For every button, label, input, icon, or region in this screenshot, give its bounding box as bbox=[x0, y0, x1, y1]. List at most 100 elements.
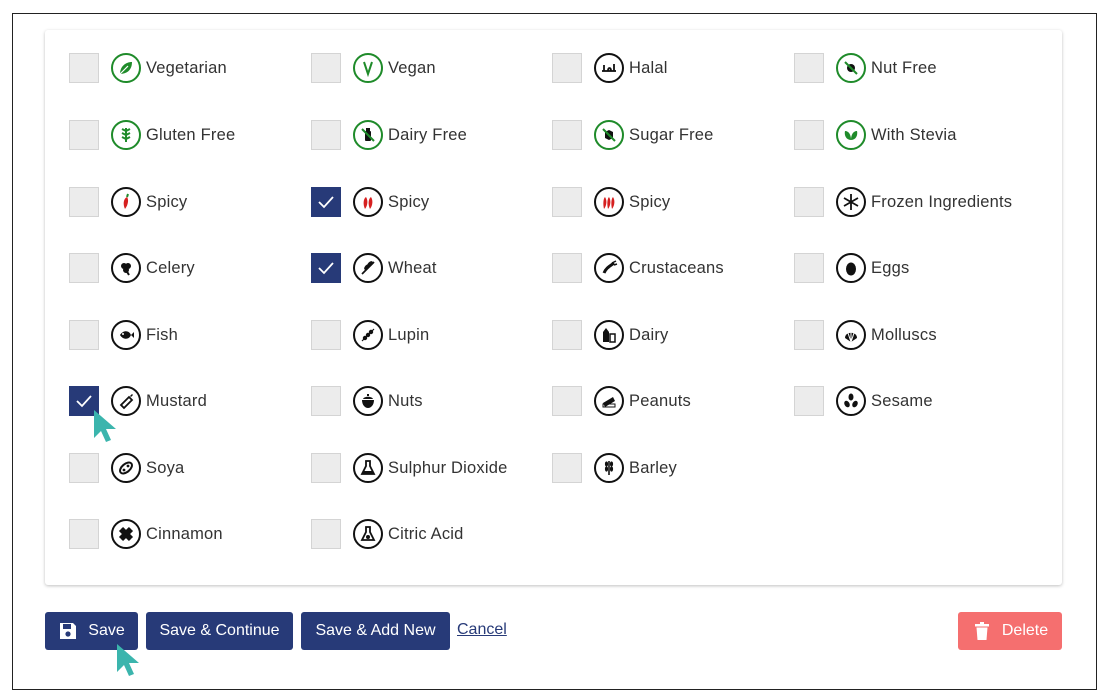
option-checkbox[interactable] bbox=[311, 253, 341, 283]
dietary-option[interactable]: With Stevia bbox=[794, 119, 957, 151]
lupin-icon bbox=[353, 320, 383, 350]
option-checkbox[interactable] bbox=[794, 187, 824, 217]
peanuts-icon bbox=[594, 386, 624, 416]
chili-medium-icon bbox=[353, 187, 383, 217]
dairy-icon bbox=[594, 320, 624, 350]
dietary-option[interactable]: Frozen Ingredients bbox=[794, 186, 1012, 218]
egg-icon bbox=[836, 253, 866, 283]
option-checkbox[interactable] bbox=[552, 120, 582, 150]
option-checkbox[interactable] bbox=[69, 53, 99, 83]
option-checkbox[interactable] bbox=[552, 386, 582, 416]
dietary-option[interactable]: Wheat bbox=[311, 252, 437, 284]
dietary-option[interactable]: Spicy bbox=[69, 186, 187, 218]
sulphur-dioxide-icon bbox=[353, 453, 383, 483]
option-label: Crustaceans bbox=[629, 258, 724, 277]
dietary-option[interactable]: Celery bbox=[69, 252, 195, 284]
option-checkbox[interactable] bbox=[311, 187, 341, 217]
option-label: Mustard bbox=[146, 391, 208, 410]
option-checkbox[interactable] bbox=[794, 53, 824, 83]
nuts-icon bbox=[353, 386, 383, 416]
mouse-cursor-icon bbox=[94, 410, 116, 442]
option-label: Soya bbox=[146, 458, 185, 477]
dietary-option[interactable]: Sesame bbox=[794, 385, 933, 417]
dietary-option[interactable]: Halal bbox=[552, 52, 668, 84]
option-label: With Stevia bbox=[871, 125, 957, 144]
sesame-icon bbox=[836, 386, 866, 416]
dietary-option[interactable]: Crustaceans bbox=[552, 252, 724, 284]
option-checkbox[interactable] bbox=[311, 519, 341, 549]
option-checkbox[interactable] bbox=[311, 53, 341, 83]
option-checkbox[interactable] bbox=[552, 187, 582, 217]
option-checkbox[interactable] bbox=[311, 120, 341, 150]
option-checkbox[interactable] bbox=[311, 453, 341, 483]
floppy-disk-icon bbox=[60, 623, 77, 639]
option-checkbox[interactable] bbox=[552, 320, 582, 350]
option-checkbox[interactable] bbox=[69, 320, 99, 350]
option-checkbox[interactable] bbox=[794, 253, 824, 283]
dietary-option[interactable]: Fish bbox=[69, 319, 178, 351]
dietary-option[interactable]: Spicy bbox=[552, 186, 670, 218]
delete-button[interactable]: Delete bbox=[958, 612, 1062, 650]
dietary-option[interactable]: Mustard bbox=[69, 385, 207, 417]
dietary-option[interactable]: Cinnamon bbox=[69, 518, 223, 550]
dietary-option[interactable]: Lupin bbox=[311, 319, 429, 351]
dietary-option[interactable]: Eggs bbox=[794, 252, 909, 284]
delete-button-label: Delete bbox=[1001, 622, 1049, 639]
dietary-option[interactable]: Barley bbox=[552, 452, 677, 484]
save-continue-button[interactable]: Save & Continue bbox=[146, 612, 293, 650]
dietary-option[interactable]: Citric Acid bbox=[311, 518, 464, 550]
option-checkbox[interactable] bbox=[69, 519, 99, 549]
dietary-option[interactable]: Nut Free bbox=[794, 52, 937, 84]
option-checkbox[interactable] bbox=[794, 386, 824, 416]
option-label: Vegan bbox=[388, 58, 436, 77]
wheat-icon bbox=[353, 253, 383, 283]
option-checkbox[interactable] bbox=[69, 253, 99, 283]
option-label: Eggs bbox=[871, 258, 910, 277]
crustaceans-icon bbox=[594, 253, 624, 283]
option-checkbox[interactable] bbox=[69, 187, 99, 217]
form-actions: Save Save & Continue Save & Add New Canc… bbox=[45, 612, 1062, 650]
option-checkbox[interactable] bbox=[794, 320, 824, 350]
option-checkbox[interactable] bbox=[311, 386, 341, 416]
celery-icon bbox=[111, 253, 141, 283]
trash-icon bbox=[974, 622, 989, 640]
stevia-icon bbox=[836, 120, 866, 150]
option-label: Lupin bbox=[388, 325, 430, 344]
option-label: Wheat bbox=[388, 258, 437, 277]
dietary-option[interactable]: Gluten Free bbox=[69, 119, 235, 151]
dietary-options-card: Vegetarian Gluten Free Spicy Celery Fish Must… bbox=[45, 30, 1062, 585]
mouse-cursor-icon bbox=[117, 644, 139, 676]
option-checkbox[interactable] bbox=[69, 120, 99, 150]
option-checkbox[interactable] bbox=[552, 253, 582, 283]
dietary-option[interactable]: Sugar Free bbox=[552, 119, 714, 151]
dietary-option[interactable]: Nuts bbox=[311, 385, 423, 417]
option-label: Molluscs bbox=[871, 325, 937, 344]
dietary-option[interactable]: Molluscs bbox=[794, 319, 937, 351]
option-checkbox[interactable] bbox=[552, 453, 582, 483]
dietary-option[interactable]: Soya bbox=[69, 452, 184, 484]
dietary-option[interactable]: Sulphur Dioxide bbox=[311, 452, 507, 484]
option-label: Spicy bbox=[146, 192, 188, 211]
soya-icon bbox=[111, 453, 141, 483]
dietary-option[interactable]: Peanuts bbox=[552, 385, 691, 417]
option-checkbox[interactable] bbox=[69, 453, 99, 483]
option-label: Nut Free bbox=[871, 58, 937, 77]
option-label: Frozen Ingredients bbox=[871, 192, 1013, 211]
dietary-option[interactable]: Spicy bbox=[311, 186, 429, 218]
option-label: Spicy bbox=[629, 192, 671, 211]
molluscs-icon bbox=[836, 320, 866, 350]
option-label: Cinnamon bbox=[146, 524, 223, 543]
cancel-link[interactable]: Cancel bbox=[457, 621, 507, 639]
option-label: Halal bbox=[629, 58, 668, 77]
dietary-option[interactable]: Vegetarian bbox=[69, 52, 227, 84]
option-checkbox[interactable] bbox=[311, 320, 341, 350]
save-continue-label: Save & Continue bbox=[159, 622, 280, 639]
nut-free-icon bbox=[836, 53, 866, 83]
dairy-free-icon bbox=[353, 120, 383, 150]
dietary-option[interactable]: Dairy Free bbox=[311, 119, 467, 151]
option-checkbox[interactable] bbox=[794, 120, 824, 150]
dietary-option[interactable]: Dairy bbox=[552, 319, 669, 351]
option-checkbox[interactable] bbox=[552, 53, 582, 83]
dietary-option[interactable]: Vegan bbox=[311, 52, 436, 84]
save-add-new-button[interactable]: Save & Add New bbox=[301, 612, 450, 650]
